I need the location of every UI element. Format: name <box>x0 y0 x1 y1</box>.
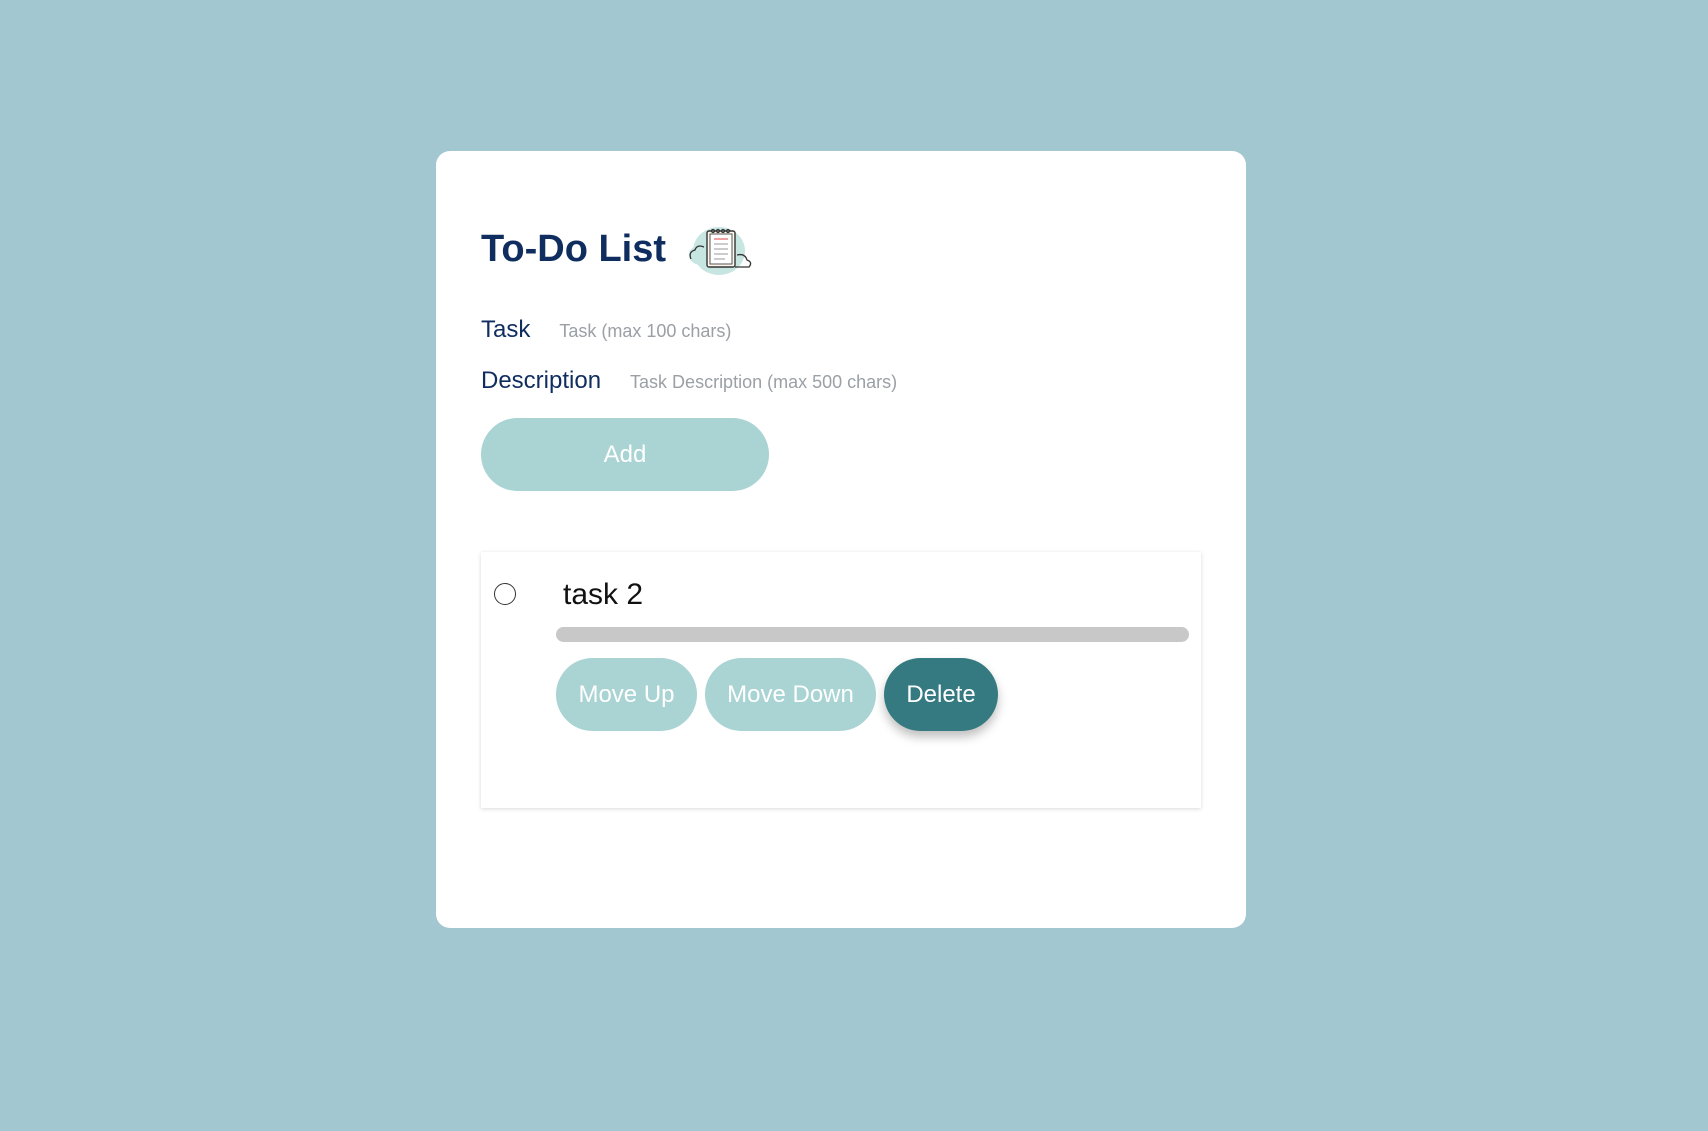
task-input[interactable] <box>559 321 920 342</box>
header: To-Do List <box>481 219 755 279</box>
task-label: Task <box>481 316 531 343</box>
task-list: task 2 Move Up Move Down Delete <box>481 552 1201 808</box>
task-description-bar <box>556 627 1189 642</box>
task-name: task 2 <box>563 578 644 611</box>
page-title: To-Do List <box>481 227 667 270</box>
delete-button[interactable]: Delete <box>884 658 998 731</box>
move-down-button[interactable]: Move Down <box>705 658 876 731</box>
add-button[interactable]: Add <box>481 418 769 491</box>
notebook-icon <box>687 219 755 279</box>
description-field: Description <box>481 367 991 395</box>
todo-card: To-Do List Task Task (max 100 chars) Des… <box>436 151 1246 928</box>
task-actions: Move Up Move Down Delete <box>556 658 998 731</box>
task-complete-radio[interactable] <box>494 583 516 605</box>
description-label: Description <box>481 367 602 394</box>
move-up-button[interactable]: Move Up <box>556 658 697 731</box>
task-field: Task <box>481 316 920 344</box>
description-input[interactable] <box>630 372 991 393</box>
